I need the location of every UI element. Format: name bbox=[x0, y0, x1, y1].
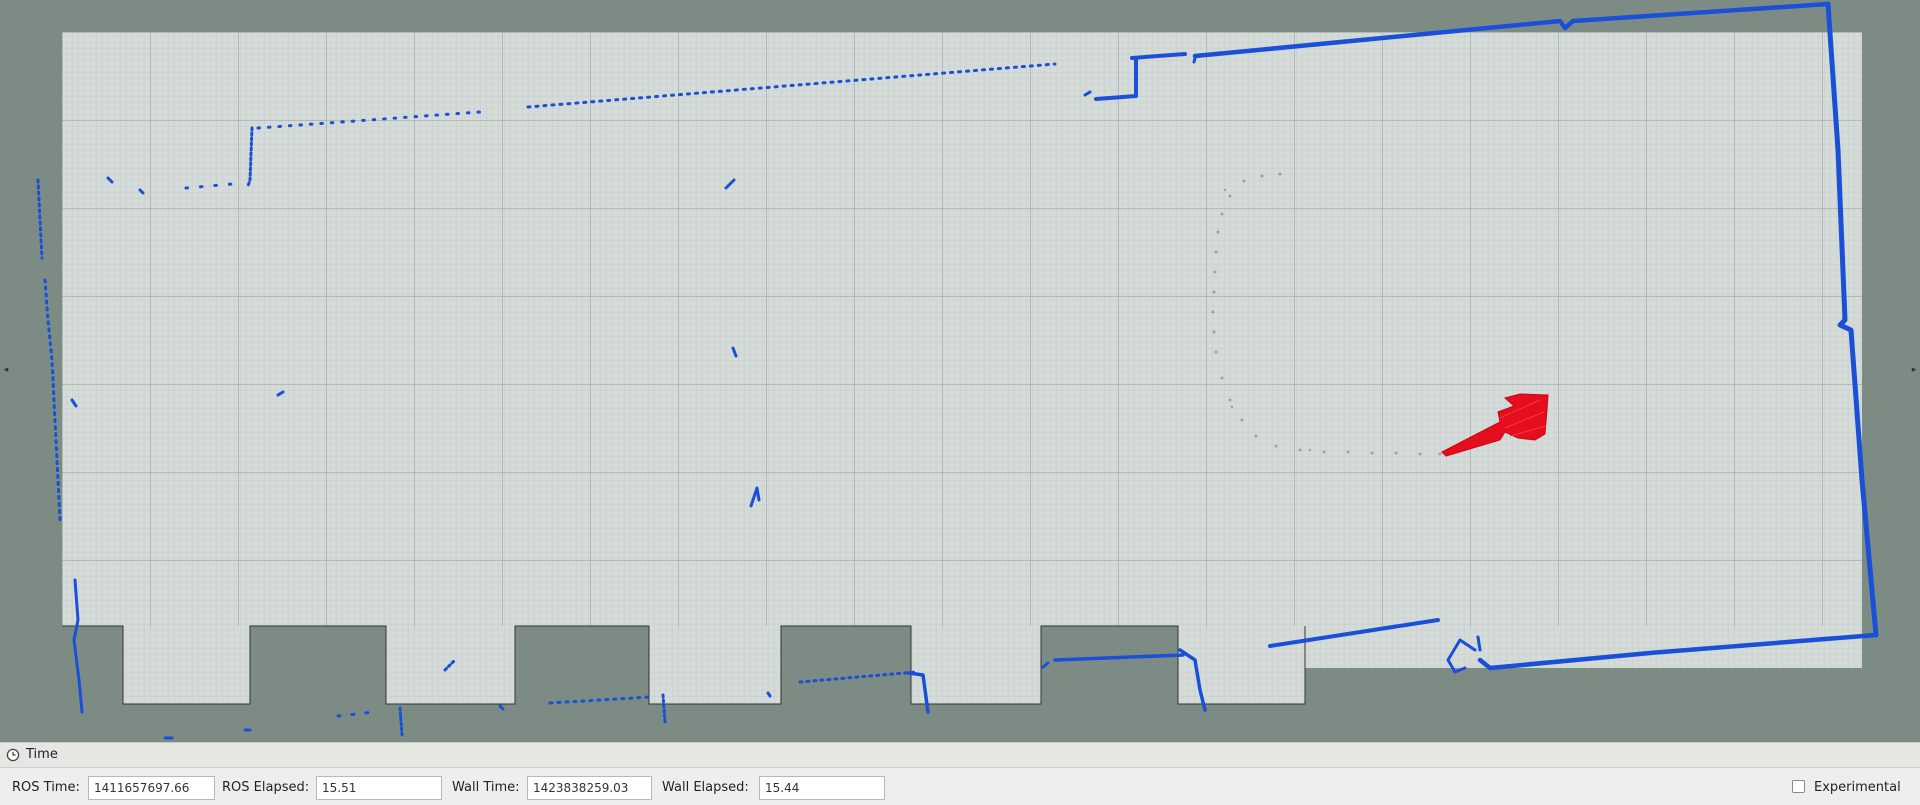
wall-time-label: Wall Time: bbox=[452, 780, 520, 795]
map-free-area bbox=[62, 32, 1862, 705]
wall-elapsed-label: Wall Elapsed: bbox=[662, 780, 749, 795]
time-fields-row: ROS Time: ROS Elapsed: Wall Time: Wall E… bbox=[0, 775, 1920, 801]
time-panel: Time ROS Time: ROS Elapsed: Wall Time: W… bbox=[0, 742, 1920, 805]
experimental-checkbox[interactable] bbox=[1792, 780, 1805, 793]
wall-elapsed-field[interactable] bbox=[759, 776, 885, 800]
right-panel-handle[interactable]: ▸ bbox=[1910, 360, 1918, 380]
map-viewport[interactable]: ◂ ▸ bbox=[0, 0, 1920, 742]
occupancy-grid-map[interactable] bbox=[0, 0, 1920, 742]
ros-elapsed-field[interactable] bbox=[316, 776, 442, 800]
clock-icon bbox=[6, 748, 20, 762]
left-panel-handle[interactable]: ◂ bbox=[2, 360, 10, 380]
ros-time-label: ROS Time: bbox=[12, 780, 80, 795]
time-panel-title: Time bbox=[26, 747, 58, 762]
ros-elapsed-label: ROS Elapsed: bbox=[222, 780, 310, 795]
ros-time-field[interactable] bbox=[88, 776, 215, 800]
wall-time-field[interactable] bbox=[527, 776, 652, 800]
time-panel-header: Time bbox=[0, 743, 1920, 768]
experimental-label: Experimental bbox=[1814, 780, 1901, 795]
